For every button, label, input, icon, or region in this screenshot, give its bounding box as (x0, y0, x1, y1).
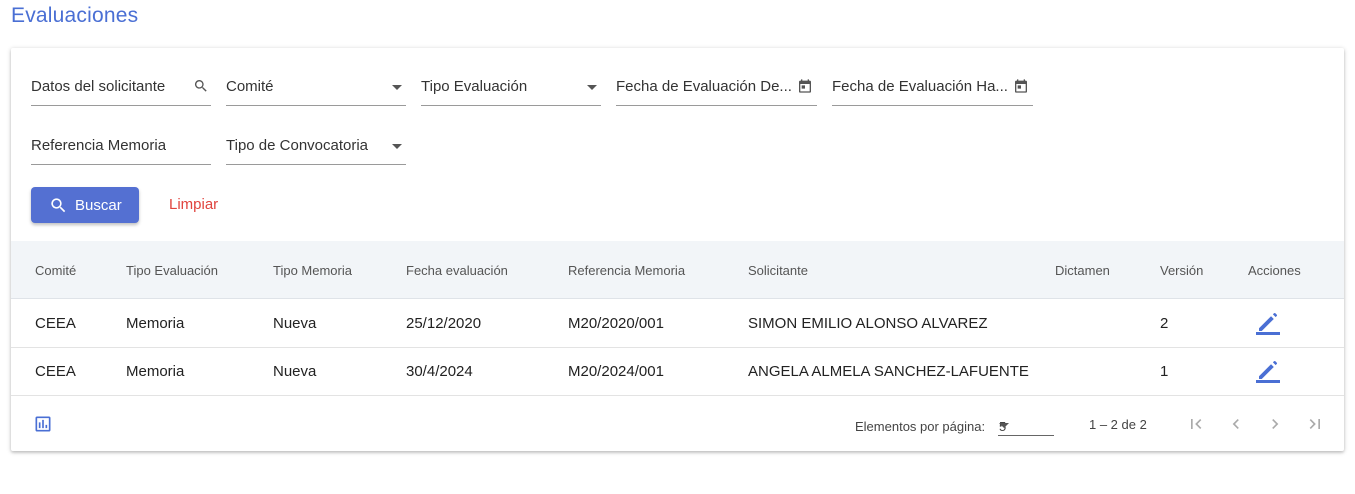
column-header-fecha-evaluacion[interactable]: Fecha evaluación (406, 263, 508, 278)
cell-version: 1 (1160, 363, 1169, 380)
edit-icon[interactable] (1256, 311, 1280, 335)
column-header-tipo-memoria[interactable]: Tipo Memoria (273, 263, 352, 278)
cell-comite: CEEA (35, 363, 76, 380)
cell-comite: CEEA (35, 315, 76, 332)
fecha-hasta-label: Fecha de Evaluación Ha... (832, 78, 1008, 95)
tipo-convocatoria-label: Tipo de Convocatoria (226, 137, 369, 154)
next-page-icon[interactable] (1265, 414, 1285, 434)
tipo-evaluacion-label: Tipo Evaluación (421, 78, 528, 95)
evaluations-card: Datos del solicitante Comité Tipo Evalua… (11, 48, 1344, 451)
cell-referencia: M20/2020/001 (568, 315, 664, 332)
comite-label: Comité (226, 78, 274, 95)
search-icon (51, 198, 66, 213)
solicitante-label: Datos del solicitante (31, 78, 166, 95)
tipo-evaluacion-select[interactable]: Tipo Evaluación (421, 69, 601, 106)
fecha-hasta-field[interactable]: Fecha de Evaluación Ha... (832, 69, 1033, 106)
cell-fecha: 25/12/2020 (406, 315, 482, 332)
column-header-solicitante[interactable]: Solicitante (748, 263, 808, 278)
cell-tipo-memoria: Nueva (273, 363, 317, 380)
page-title: Evaluaciones (11, 4, 139, 27)
chart-icon[interactable] (33, 414, 53, 434)
page-size-select[interactable]: 5 (998, 411, 1054, 436)
cell-tipo-memoria: Nueva (273, 315, 317, 332)
chevron-down-icon (392, 144, 402, 149)
cell-version: 2 (1160, 315, 1169, 332)
fecha-desde-label: Fecha de Evaluación De... (616, 78, 792, 95)
chevron-down-icon (587, 85, 597, 90)
calendar-icon[interactable] (1013, 78, 1029, 94)
table-footer: Elementos por página: 5 1 – 2 de 2 (11, 395, 1344, 451)
solicitante-field[interactable]: Datos del solicitante (31, 69, 211, 106)
comite-select[interactable]: Comité (226, 69, 406, 106)
clear-button[interactable]: Limpiar (159, 187, 228, 223)
page-range: 1 – 2 de 2 (1089, 417, 1147, 432)
column-header-version[interactable]: Versión (1160, 263, 1203, 278)
cell-tipo-evaluacion: Memoria (126, 315, 185, 332)
edit-icon[interactable] (1256, 359, 1280, 383)
chevron-down-icon (392, 85, 402, 90)
referencia-memoria-label: Referencia Memoria (31, 137, 167, 154)
last-page-icon[interactable] (1305, 414, 1325, 434)
cell-fecha: 30/4/2024 (406, 363, 473, 380)
prev-page-icon[interactable] (1226, 414, 1246, 434)
cell-referencia: M20/2024/001 (568, 363, 664, 380)
search-button[interactable]: Buscar (31, 187, 139, 223)
referencia-memoria-field[interactable]: Referencia Memoria (31, 128, 211, 165)
column-header-tipo-evaluacion[interactable]: Tipo Evaluación (126, 263, 218, 278)
table-row: CEEA Memoria Nueva 25/12/2020 M20/2020/0… (11, 299, 1344, 348)
cell-solicitante: ANGELA ALMELA SANCHEZ-LAFUENTE (748, 363, 1029, 380)
items-per-page-label: Elementos por página: (855, 419, 986, 434)
column-header-dictamen[interactable]: Dictamen (1055, 263, 1110, 278)
column-header-comite[interactable]: Comité (35, 263, 76, 278)
cell-solicitante: SIMON EMILIO ALONSO ALVAREZ (748, 315, 988, 332)
search-icon[interactable] (193, 78, 209, 94)
column-header-referencia-memoria[interactable]: Referencia Memoria (568, 263, 685, 278)
table-row: CEEA Memoria Nueva 30/4/2024 M20/2024/00… (11, 347, 1344, 396)
column-header-acciones: Acciones (1248, 263, 1301, 278)
search-button-label: Buscar (75, 197, 122, 214)
fecha-desde-field[interactable]: Fecha de Evaluación De... (616, 69, 817, 106)
tipo-convocatoria-select[interactable]: Tipo de Convocatoria (226, 128, 406, 165)
cell-tipo-evaluacion: Memoria (126, 363, 185, 380)
first-page-icon[interactable] (1186, 414, 1206, 434)
table-header: Comité Tipo Evaluación Tipo Memoria Fech… (11, 241, 1344, 299)
calendar-icon[interactable] (797, 78, 813, 94)
chevron-down-icon (999, 423, 1009, 428)
